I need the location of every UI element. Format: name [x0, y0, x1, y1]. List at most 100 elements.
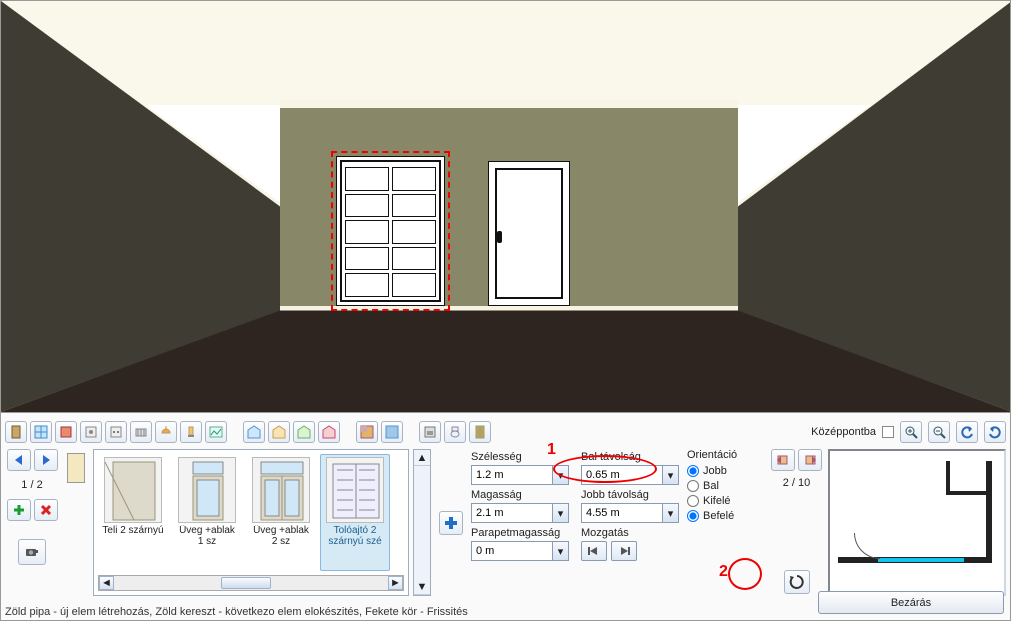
- width-input[interactable]: [471, 465, 553, 485]
- zoom-in-icon[interactable]: [900, 421, 922, 443]
- rightdist-dropdown-icon[interactable]: ▾: [663, 503, 679, 523]
- tool-toilet-icon[interactable]: [444, 421, 466, 443]
- orient-right-radio[interactable]: Jobb: [687, 465, 765, 477]
- orientation-panel: Orientáció Jobb Bal Kifelé Befelé: [687, 449, 765, 596]
- viewport-3d[interactable]: [1, 1, 1011, 413]
- close-button-label: Bezárás: [891, 597, 931, 609]
- orient-outward-radio[interactable]: Kifelé: [687, 495, 765, 507]
- thumb-pic: [104, 457, 162, 523]
- thumb-item[interactable]: Üveg +ablak 2 sz: [246, 454, 316, 571]
- thumb-label: Teli 2 szárnyú: [102, 525, 163, 547]
- door-preset-icon[interactable]: [67, 453, 85, 483]
- gallery-page-label: 1 / 2: [21, 477, 42, 493]
- mini-plan[interactable]: [828, 449, 1006, 596]
- undo-icon[interactable]: [956, 421, 978, 443]
- tool-radiator-icon[interactable]: [130, 421, 152, 443]
- height-label: Magasság: [471, 487, 569, 501]
- gallery-scrollbar[interactable]: ◄ ►: [98, 575, 404, 591]
- parapet-label: Parapetmagasság: [471, 525, 569, 539]
- tool-socket-icon[interactable]: [105, 421, 127, 443]
- tool-room3-icon[interactable]: [293, 421, 315, 443]
- tool-material-icon[interactable]: [356, 421, 378, 443]
- toolbar: Középpontba: [5, 419, 1006, 445]
- camera-reset-button[interactable]: [18, 539, 46, 565]
- scroll-right-icon[interactable]: ►: [388, 576, 403, 590]
- door-preset-column: [65, 449, 87, 596]
- insert-box: [437, 449, 465, 596]
- tool-wallopening-icon[interactable]: [55, 421, 77, 443]
- wall-nav: 2 / 10: [771, 449, 822, 596]
- leftdist-dropdown-icon[interactable]: ▾: [663, 465, 679, 485]
- tool-room4-icon[interactable]: [318, 421, 340, 443]
- plan-current-wall: [878, 558, 964, 562]
- thumb-item[interactable]: Üveg +ablak 1 sz: [172, 454, 242, 571]
- door2-panel: [495, 168, 563, 299]
- plan-door-arc: [854, 533, 880, 559]
- tool-picture-icon[interactable]: [205, 421, 227, 443]
- rightdist-label: Jobb távolság: [581, 487, 679, 501]
- refresh-button[interactable]: [784, 570, 810, 594]
- gallery-vstrip: ▲ ▼: [413, 449, 431, 596]
- thumb-pic: [178, 457, 236, 523]
- plan-wall-h2: [946, 491, 986, 495]
- rightdist-input[interactable]: [581, 503, 663, 523]
- orient-inward-radio[interactable]: Befelé: [687, 510, 765, 522]
- door2-handle: [497, 231, 502, 243]
- plan-room: [838, 461, 992, 549]
- leftdist-input[interactable]: [581, 465, 663, 485]
- height-dropdown-icon[interactable]: ▾: [553, 503, 569, 523]
- thumb-item[interactable]: Teli 2 szárnyú: [98, 454, 168, 571]
- wall-next-button[interactable]: [798, 449, 822, 471]
- door-thumbs: Teli 2 szárnyú Üveg +ablak 1 sz Üveg +ab…: [98, 454, 404, 571]
- add-button[interactable]: [7, 499, 31, 521]
- tool-color-icon[interactable]: [381, 421, 403, 443]
- parapet-dropdown-icon[interactable]: ▾: [553, 541, 569, 561]
- tool-wardrobe-icon[interactable]: [469, 421, 491, 443]
- redo-icon[interactable]: [984, 421, 1006, 443]
- scroll-thumb[interactable]: [221, 577, 271, 589]
- orient-left-radio[interactable]: Bal: [687, 480, 765, 492]
- thumb-pic: [252, 457, 310, 523]
- vstrip-down-icon[interactable]: ▼: [414, 579, 430, 595]
- tool-ceilinglamp-icon[interactable]: [155, 421, 177, 443]
- tool-oven-icon[interactable]: [419, 421, 441, 443]
- tool-window-icon[interactable]: [30, 421, 52, 443]
- plan-wall-v: [986, 461, 992, 561]
- orientation-title: Orientáció: [687, 449, 765, 461]
- door-panes: [345, 167, 436, 297]
- move-left-button[interactable]: [581, 541, 607, 561]
- door-selected[interactable]: [336, 156, 445, 306]
- door-gallery: Teli 2 szárnyú Üveg +ablak 1 sz Üveg +ab…: [93, 449, 409, 596]
- vstrip-up-icon[interactable]: ▲: [414, 450, 430, 466]
- app-window: Középpontba 1 / 2: [0, 0, 1011, 621]
- gallery-nav: 1 / 2: [5, 449, 59, 596]
- status-bar: Zöld pipa - új elem létrehozás, Zöld ker…: [5, 606, 800, 618]
- tool-switch-icon[interactable]: [80, 421, 102, 443]
- insert-button[interactable]: [439, 511, 463, 535]
- thumb-label: Üveg +ablak 1 sz: [175, 525, 239, 547]
- wall-prev-button[interactable]: [771, 449, 795, 471]
- tool-room2-icon[interactable]: [268, 421, 290, 443]
- zoom-out-icon[interactable]: [928, 421, 950, 443]
- gallery-next-button[interactable]: [34, 449, 58, 471]
- width-dropdown-icon[interactable]: ▾: [553, 465, 569, 485]
- close-button[interactable]: Bezárás: [818, 591, 1004, 614]
- scroll-left-icon[interactable]: ◄: [99, 576, 114, 590]
- thumb-item-selected[interactable]: Tolóajtó 2 szárnyú szé: [320, 454, 390, 571]
- crown-back: [280, 100, 738, 108]
- tool-walllamp-icon[interactable]: [180, 421, 202, 443]
- tool-door-icon[interactable]: [5, 421, 27, 443]
- tool-room1-icon[interactable]: [243, 421, 265, 443]
- thumb-label: Tolóajtó 2 szárnyú szé: [323, 525, 387, 547]
- door-existing[interactable]: [488, 161, 570, 306]
- plan-wall-v2: [946, 461, 950, 493]
- center-label: Középpontba: [811, 426, 876, 438]
- lower-panel: 1 / 2 Teli 2 szárnyú Üveg: [5, 449, 1006, 596]
- center-checkbox[interactable]: [882, 426, 894, 438]
- move-label: Mozgatás: [581, 525, 679, 539]
- height-input[interactable]: [471, 503, 553, 523]
- parapet-input[interactable]: [471, 541, 553, 561]
- move-right-button[interactable]: [611, 541, 637, 561]
- gallery-prev-button[interactable]: [7, 449, 31, 471]
- delete-button[interactable]: [34, 499, 58, 521]
